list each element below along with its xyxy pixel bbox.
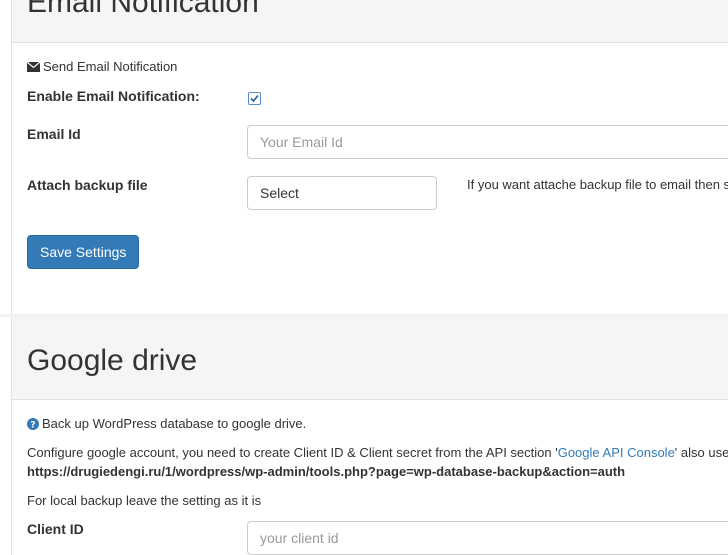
local-backup-note: For local backup leave the setting as it…: [27, 493, 262, 508]
attach-backup-help: If you want attache backup file to email…: [467, 177, 728, 192]
attach-backup-selected: Select: [260, 185, 299, 201]
email-panel-title: Email Notification: [27, 0, 259, 19]
client-id-input[interactable]: [247, 521, 728, 555]
google-api-console-link[interactable]: Google API Console: [558, 445, 675, 460]
enable-email-label: Enable Email Notification:: [27, 88, 200, 104]
save-settings-button[interactable]: Save Settings: [27, 235, 140, 269]
attach-backup-label: Attach backup file: [27, 177, 148, 193]
email-panel-heading: Email Notification: [12, 0, 728, 43]
google-drive-panel: Google drive ? Back up WordPress databas…: [11, 317, 728, 555]
email-notification-panel: Email Notification Send Email Notificati…: [11, 0, 728, 314]
attach-backup-select[interactable]: Select: [247, 176, 437, 210]
checkmark-icon: [250, 94, 259, 103]
email-subtitle: Send Email Notification: [43, 59, 178, 74]
drive-panel-heading: Google drive: [12, 317, 728, 400]
drive-intro: Back up WordPress database to google dri…: [42, 416, 307, 431]
configure-text-after: ' also use: [674, 445, 728, 460]
svg-text:?: ?: [30, 421, 35, 431]
redirect-url: https://drugiedengi.ru/1/wordpress/wp-ad…: [27, 464, 626, 479]
envelope-icon: [26, 60, 41, 75]
enable-email-checkbox[interactable]: [248, 92, 261, 105]
configure-text: Configure google account, you need to cr…: [27, 445, 558, 460]
email-id-label: Email Id: [27, 126, 81, 142]
email-id-input[interactable]: [247, 125, 728, 159]
drive-intro-row: ? Back up WordPress database to google d…: [27, 416, 306, 433]
client-id-label: Client ID: [27, 521, 84, 537]
configure-instructions: Configure google account, you need to cr…: [27, 445, 728, 460]
email-subtitle-row: Send Email Notification: [26, 59, 178, 75]
drive-panel-title: Google drive: [27, 344, 198, 377]
question-circle-icon: ?: [27, 418, 39, 433]
